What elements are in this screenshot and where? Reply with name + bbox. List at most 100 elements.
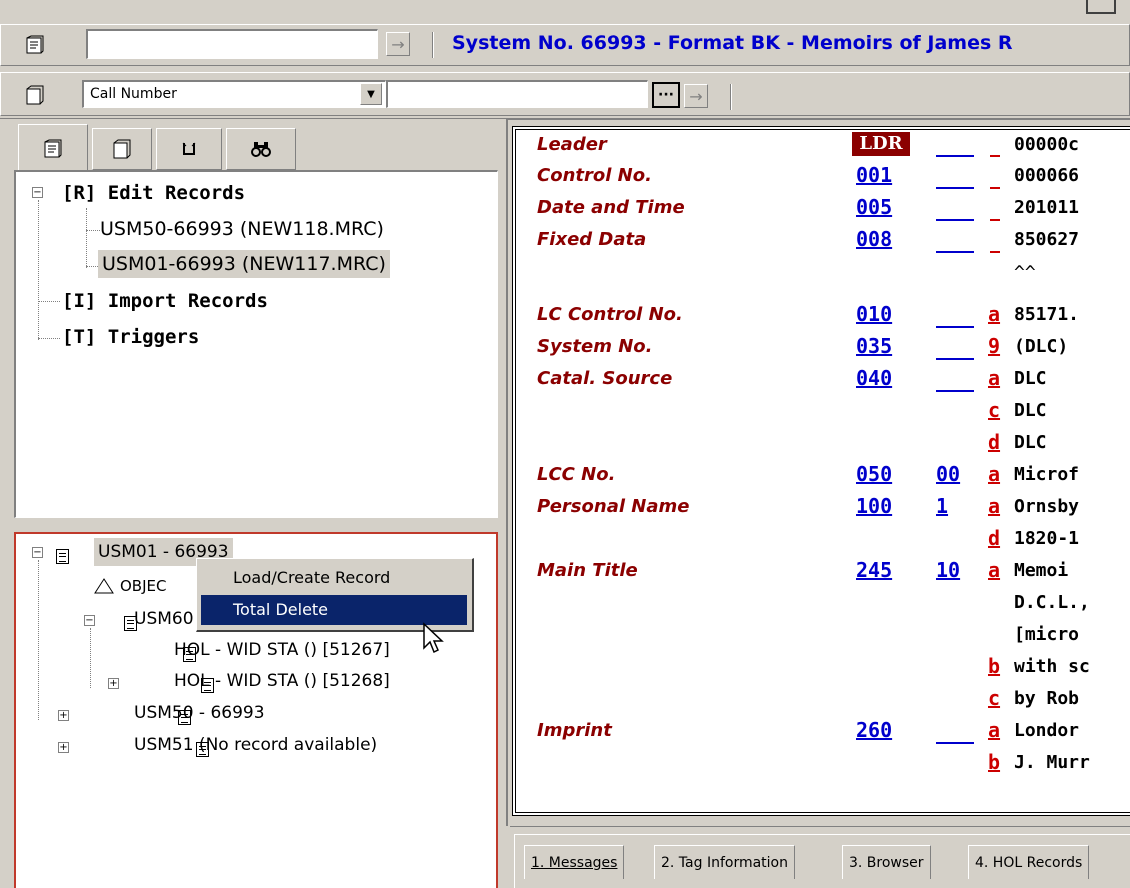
marc-ind-050[interactable]: 00 bbox=[936, 462, 960, 486]
marc-sub-10[interactable]: a bbox=[988, 462, 1000, 486]
marc-sub-6[interactable]: 9 bbox=[988, 334, 1000, 358]
record-icon[interactable] bbox=[22, 32, 48, 58]
marc-tag-035[interactable]: 035 bbox=[856, 334, 892, 358]
marc-value-7[interactable]: DLC bbox=[1014, 368, 1047, 389]
marc-sub-12[interactable]: d bbox=[988, 526, 1000, 550]
ind-blank-18[interactable] bbox=[936, 742, 974, 744]
marc-tag-040[interactable]: 040 bbox=[856, 366, 892, 390]
marc-tag-050[interactable]: 050 bbox=[856, 462, 892, 486]
ind-blank-3[interactable] bbox=[936, 251, 974, 253]
marc-value-1[interactable]: 000066 bbox=[1014, 165, 1079, 186]
record-title: System No. 66993 - Format BK - Memoirs o… bbox=[452, 32, 1013, 54]
tree-import-records[interactable]: [I] Import Records bbox=[62, 287, 268, 315]
marc-value-17[interactable]: by Rob bbox=[1014, 688, 1079, 709]
marc-tag-001[interactable]: 001 bbox=[856, 163, 892, 187]
marc-value-18[interactable]: Londor bbox=[1014, 720, 1079, 741]
marc-ind-100[interactable]: 1 bbox=[936, 494, 948, 518]
marc-sub-11[interactable]: a bbox=[988, 494, 1000, 518]
marc-value-11[interactable]: Ornsby bbox=[1014, 496, 1079, 517]
marc-value-14[interactable]: D.C.L., bbox=[1014, 592, 1090, 613]
marc-sub-7[interactable]: a bbox=[988, 366, 1000, 390]
ind-blank-7[interactable] bbox=[936, 390, 974, 392]
tab-triggers[interactable] bbox=[156, 128, 222, 170]
sub-blank-0[interactable] bbox=[990, 155, 1000, 157]
tree-usm60[interactable]: USM60 bbox=[134, 605, 194, 633]
dropdown-button[interactable]: ▼ bbox=[360, 83, 382, 105]
marc-sub-13[interactable]: a bbox=[988, 558, 1000, 582]
ind-blank-5[interactable] bbox=[936, 326, 974, 328]
tab-tag-information[interactable]: 2. Tag Information bbox=[654, 845, 795, 879]
ind-blank-1[interactable] bbox=[936, 187, 974, 189]
tree-objects[interactable]: OBJEC bbox=[120, 572, 166, 600]
marc-value-5[interactable]: 85171. bbox=[1014, 304, 1079, 325]
tab-browser-label: 3. Browser bbox=[849, 854, 924, 871]
collapse-usm60[interactable]: − bbox=[84, 615, 95, 626]
marc-value-10[interactable]: Microf bbox=[1014, 464, 1079, 485]
marc-tag-010[interactable]: 010 bbox=[856, 302, 892, 326]
marc-sub-17[interactable]: c bbox=[988, 686, 1000, 710]
expand-usm51[interactable]: + bbox=[58, 742, 69, 753]
tab-browser[interactable]: 3. Browser bbox=[842, 845, 931, 879]
sub-blank-3[interactable] bbox=[990, 251, 1000, 253]
ind-blank-6[interactable] bbox=[936, 358, 974, 360]
marc-tag-008[interactable]: 008 bbox=[856, 227, 892, 251]
tree-triggers[interactable]: [T] Triggers bbox=[62, 323, 199, 351]
expand-hol2[interactable]: + bbox=[108, 678, 119, 689]
search-input[interactable] bbox=[386, 80, 648, 108]
tab-records[interactable] bbox=[92, 128, 152, 170]
tree-file-usm01[interactable]: USM01-66993 (NEW117.MRC) bbox=[98, 250, 390, 278]
marc-tag-260[interactable]: 260 bbox=[856, 718, 892, 742]
marc-value-3[interactable]: 850627 bbox=[1014, 229, 1079, 250]
marc-tag-100[interactable]: 100 bbox=[856, 494, 892, 518]
marc-tag-ldr[interactable]: LDR bbox=[852, 132, 910, 156]
go-arrow-button-1[interactable]: → bbox=[386, 32, 410, 56]
marc-sub-16[interactable]: b bbox=[988, 654, 1000, 678]
marc-value-2[interactable]: 201011 bbox=[1014, 197, 1079, 218]
tab-edit-records[interactable] bbox=[18, 124, 88, 172]
marc-value-19[interactable]: J. Murr bbox=[1014, 752, 1090, 773]
tab-messages[interactable]: 1. Messages bbox=[524, 845, 625, 879]
ind-blank-2[interactable] bbox=[936, 219, 974, 221]
search-type-select[interactable]: Call Number bbox=[82, 80, 386, 108]
marc-sub-18[interactable]: a bbox=[988, 718, 1000, 742]
marc-tag-245[interactable]: 245 bbox=[856, 558, 892, 582]
marc-value-13[interactable]: Memoi bbox=[1014, 560, 1068, 581]
ellipsis-button[interactable]: ··· bbox=[652, 82, 680, 108]
marc-sub-19[interactable]: b bbox=[988, 750, 1000, 774]
go-arrow-button-2[interactable]: → bbox=[684, 84, 708, 108]
menu-load-create-record[interactable]: Load/Create Record bbox=[201, 563, 467, 593]
marc-label-imprint: Imprint bbox=[537, 720, 612, 741]
marc-value-12[interactable]: 1820-1 bbox=[1014, 528, 1079, 549]
records-icon[interactable] bbox=[22, 82, 48, 108]
sub-blank-1[interactable] bbox=[990, 187, 1000, 189]
tree-hol-51267[interactable]: HOL - WID STA () [51267] bbox=[174, 636, 390, 664]
marc-value-16[interactable]: with sc bbox=[1014, 656, 1090, 677]
tree-guide bbox=[38, 200, 39, 340]
collapse-edit-records[interactable]: − bbox=[32, 187, 43, 198]
tab-find[interactable] bbox=[226, 128, 296, 170]
marc-value-0[interactable]: 00000c bbox=[1014, 134, 1079, 155]
expand-usm50[interactable]: + bbox=[58, 710, 69, 721]
tree-usm50[interactable]: USM50 - 66993 bbox=[134, 699, 265, 727]
marc-value-8[interactable]: DLC bbox=[1014, 400, 1047, 421]
ind-blank-0[interactable] bbox=[936, 155, 974, 157]
marc-value-6[interactable]: (DLC) bbox=[1014, 336, 1068, 357]
marc-ind-245[interactable]: 10 bbox=[936, 558, 960, 582]
menu-total-delete[interactable]: Total Delete bbox=[201, 595, 467, 625]
collapse-root[interactable]: − bbox=[32, 547, 43, 558]
marc-tag-005[interactable]: 005 bbox=[856, 195, 892, 219]
marc-value-15[interactable]: [micro bbox=[1014, 624, 1079, 645]
tree-hol-51268[interactable]: HOL - WID STA () [51268] bbox=[174, 667, 390, 695]
marc-sub-9[interactable]: d bbox=[988, 430, 1000, 454]
marc-sub-8[interactable]: c bbox=[988, 398, 1000, 422]
marc-sub-5[interactable]: a bbox=[988, 302, 1000, 326]
tab-hol-records[interactable]: 4. HOL Records bbox=[968, 845, 1090, 879]
record-number-input[interactable] bbox=[86, 29, 378, 59]
tree-edit-records[interactable]: [R] Edit Records bbox=[62, 179, 245, 207]
marc-value-9[interactable]: DLC bbox=[1014, 432, 1047, 453]
sub-blank-2[interactable] bbox=[990, 219, 1000, 221]
marc-value-4[interactable]: ^^ bbox=[1014, 262, 1036, 283]
tree-file-usm50[interactable]: USM50-66993 (NEW118.MRC) bbox=[100, 215, 384, 243]
tree-usm51[interactable]: USM51 (No record available) bbox=[134, 731, 377, 759]
search-type-value: Call Number bbox=[90, 86, 177, 102]
